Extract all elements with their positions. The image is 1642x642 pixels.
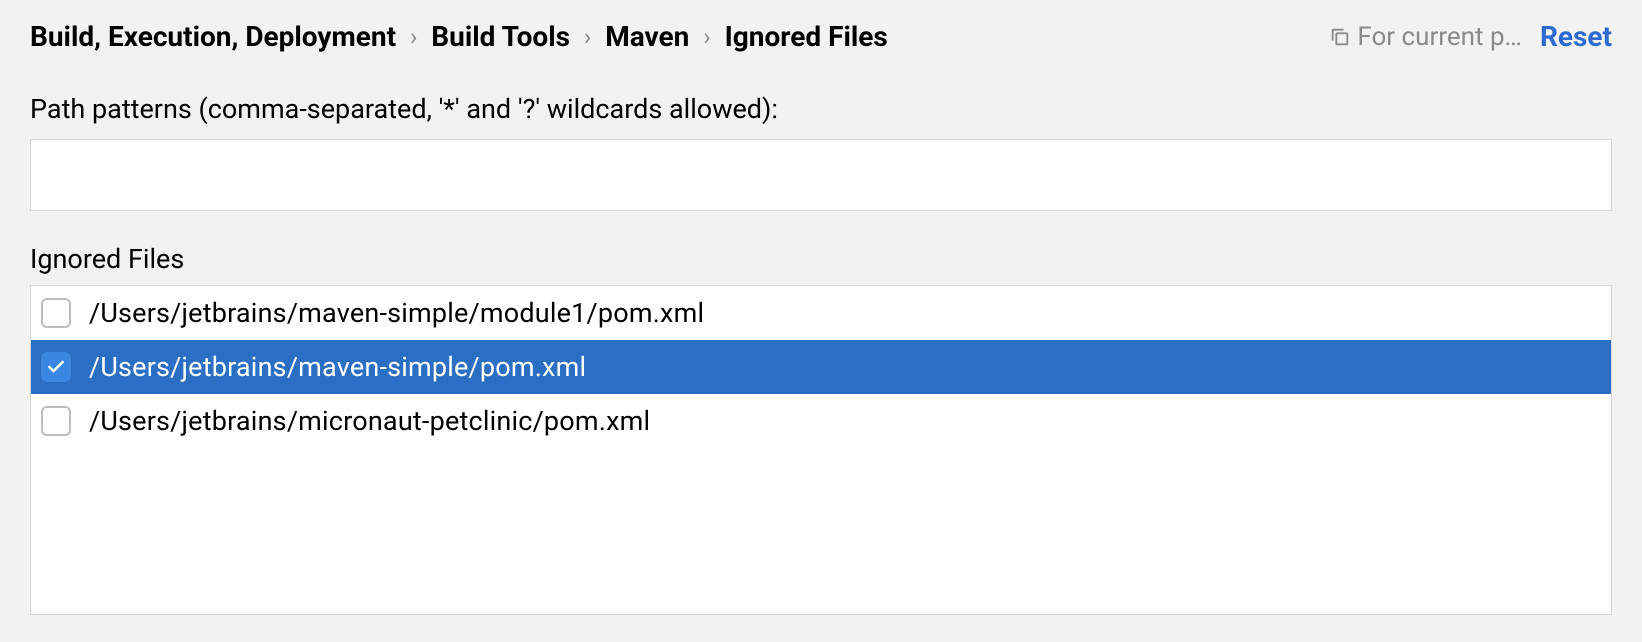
breadcrumb: Build, Execution, Deployment › Build Too…	[30, 20, 888, 53]
scope-indicator[interactable]: For current p…	[1329, 22, 1522, 52]
breadcrumb-item[interactable]: Build Tools	[431, 20, 570, 53]
copy-icon	[1329, 26, 1351, 48]
file-path: /Users/jetbrains/maven-simple/module1/po…	[89, 297, 704, 329]
path-patterns-label: Path patterns (comma-separated, '*' and …	[30, 93, 1612, 125]
settings-header: Build, Execution, Deployment › Build Too…	[0, 0, 1642, 63]
checkbox[interactable]	[41, 352, 71, 382]
scope-label-text: For current p…	[1357, 22, 1522, 52]
ignored-files-label: Ignored Files	[30, 243, 1612, 275]
settings-content: Path patterns (comma-separated, '*' and …	[0, 63, 1642, 615]
breadcrumb-item: Ignored Files	[725, 20, 888, 53]
file-path: /Users/jetbrains/micronaut-petclinic/pom…	[89, 405, 650, 437]
list-item[interactable]: /Users/jetbrains/maven-simple/pom.xml	[31, 340, 1611, 394]
reset-link[interactable]: Reset	[1540, 20, 1612, 53]
chevron-right-icon: ›	[410, 23, 417, 51]
breadcrumb-item[interactable]: Build, Execution, Deployment	[30, 20, 396, 53]
ignored-files-list[interactable]: /Users/jetbrains/maven-simple/module1/po…	[30, 285, 1612, 615]
list-item[interactable]: /Users/jetbrains/maven-simple/module1/po…	[31, 286, 1611, 340]
path-patterns-input[interactable]	[30, 139, 1612, 211]
breadcrumb-item[interactable]: Maven	[605, 20, 689, 53]
checkbox[interactable]	[41, 406, 71, 436]
file-path: /Users/jetbrains/maven-simple/pom.xml	[89, 351, 586, 383]
checkbox[interactable]	[41, 298, 71, 328]
header-actions: For current p… Reset	[1329, 20, 1612, 53]
list-item[interactable]: /Users/jetbrains/micronaut-petclinic/pom…	[31, 394, 1611, 448]
chevron-right-icon: ›	[584, 23, 591, 51]
chevron-right-icon: ›	[703, 23, 710, 51]
